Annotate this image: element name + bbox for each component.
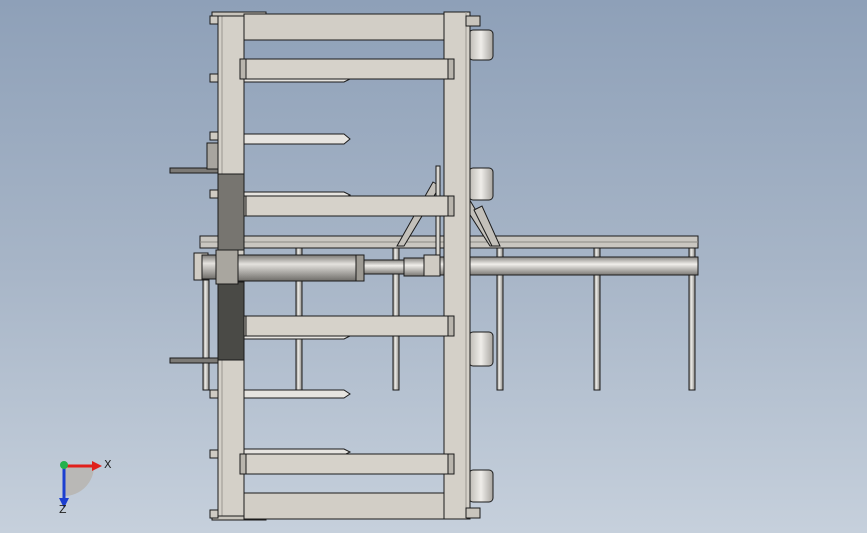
mount-block-lower — [217, 281, 245, 361]
long-tube — [439, 256, 699, 276]
x-axis-label: X — [104, 458, 112, 471]
z-axis-label: Z — [59, 503, 67, 516]
model-wireframe — [169, 11, 699, 521]
mount-block-upper — [217, 173, 245, 251]
cad-viewport[interactable]: X Z — [0, 0, 867, 533]
coordinate-triad — [59, 461, 102, 508]
cad-model-drawing — [59, 11, 699, 521]
hydraulic-cylinder — [193, 249, 441, 285]
